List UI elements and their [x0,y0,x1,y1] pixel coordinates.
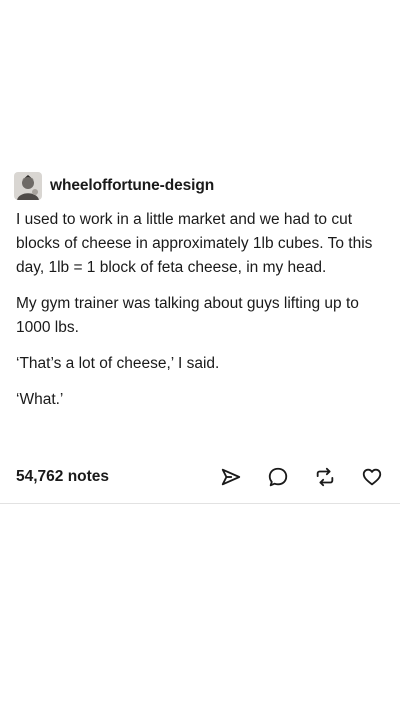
username-link[interactable]: wheeloffortune-design [50,177,214,195]
post-header: wheeloffortune-design [14,172,214,200]
reply-icon[interactable] [266,465,290,489]
post-paragraph: I used to work in a little market and we… [16,211,373,276]
notes-count[interactable]: 54,762 notes [16,468,196,486]
post-paragraph: My gym trainer was talking about guys li… [16,295,359,336]
reblog-icon[interactable] [313,465,337,489]
post-paragraph: ‘That’s a lot of cheese,’ I said. [16,355,220,372]
post-body: I used to work in a little market and we… [16,208,388,424]
post-divider [0,503,400,504]
heart-icon[interactable] [360,465,384,489]
post-footer: 54,762 notes [16,464,384,490]
post-actions [196,465,384,489]
post-paragraph: ‘What.’ [16,391,64,408]
avatar-icon[interactable] [14,172,42,200]
share-icon[interactable] [219,465,243,489]
